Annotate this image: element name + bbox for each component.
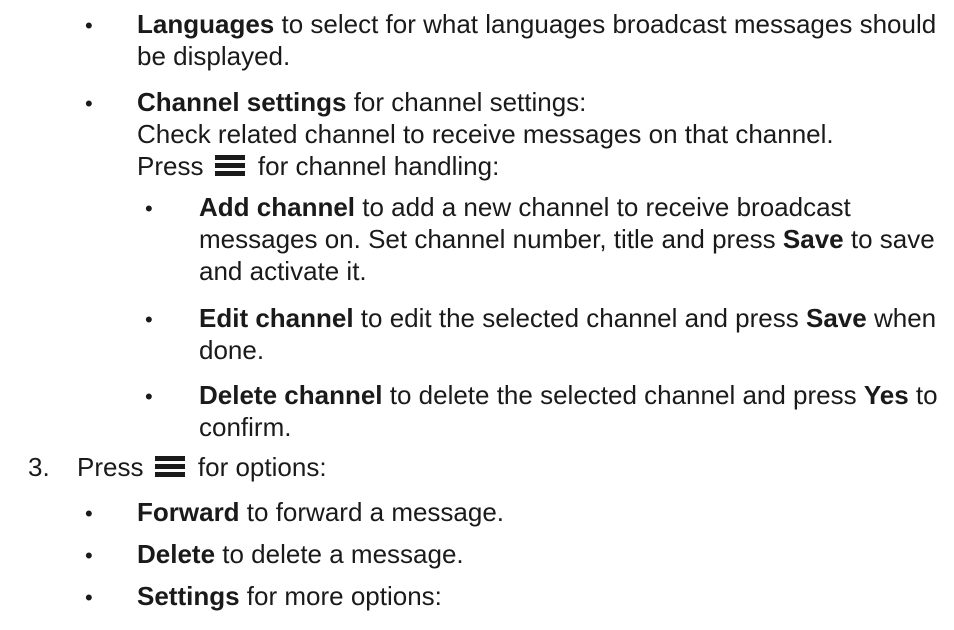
item-text: to delete the selected channel and press — [382, 380, 864, 410]
term-languages: Languages — [137, 9, 275, 39]
item-text: to delete a message. — [215, 539, 464, 569]
bullet: • — [85, 91, 93, 116]
list-item-add-channel: Add channel to add a new channel to rece… — [199, 191, 939, 287]
bullet: • — [145, 196, 153, 221]
item-text: to edit the selected channel and press — [353, 303, 806, 333]
list-item-delete-channel: Delete channel to delete the selected ch… — [199, 379, 939, 443]
item-text: for more options: — [239, 581, 442, 611]
term-yes: Yes — [863, 380, 909, 410]
list-item-languages: Languages to select for what languages b… — [137, 8, 937, 72]
bullet: • — [85, 13, 93, 38]
item-text: to forward a message. — [239, 497, 505, 527]
hamburger-menu-icon — [154, 456, 185, 478]
term-delete: Delete — [137, 539, 216, 569]
term-channel-settings: Channel settings — [137, 87, 347, 117]
list-item-settings: Settings for more options: — [137, 580, 897, 612]
item-text: Press — [77, 452, 151, 482]
bullet: • — [145, 307, 153, 332]
list-item-channel-settings: Channel settings for channel settings: C… — [137, 86, 937, 182]
hamburger-menu-icon — [214, 155, 245, 177]
term-settings: Settings — [137, 581, 240, 611]
term-edit-channel: Edit channel — [199, 303, 354, 333]
term-delete-channel: Delete channel — [199, 380, 383, 410]
step-3-text: Press for options: — [77, 451, 877, 483]
term-forward: Forward — [137, 497, 240, 527]
term-add-channel: Add channel — [199, 192, 356, 222]
step-number: 3. — [28, 452, 50, 482]
item-text: for options: — [190, 452, 327, 482]
bullet: • — [85, 585, 93, 610]
document-page: • Languages to select for what languages… — [0, 0, 954, 630]
bullet: • — [145, 384, 153, 409]
bullet: • — [85, 543, 93, 568]
list-item-forward: Forward to forward a message. — [137, 496, 897, 528]
item-text: for channel handling: — [250, 151, 500, 181]
term-save: Save — [782, 224, 844, 254]
item-text-line: Check related channel to receive message… — [137, 119, 834, 149]
bullet: • — [85, 501, 93, 526]
list-item-edit-channel: Edit channel to edit the selected channe… — [199, 302, 954, 366]
item-text: Press — [137, 151, 211, 181]
term-save: Save — [806, 303, 867, 333]
list-item-delete: Delete to delete a message. — [137, 538, 897, 570]
item-text: for channel settings: — [346, 87, 587, 117]
